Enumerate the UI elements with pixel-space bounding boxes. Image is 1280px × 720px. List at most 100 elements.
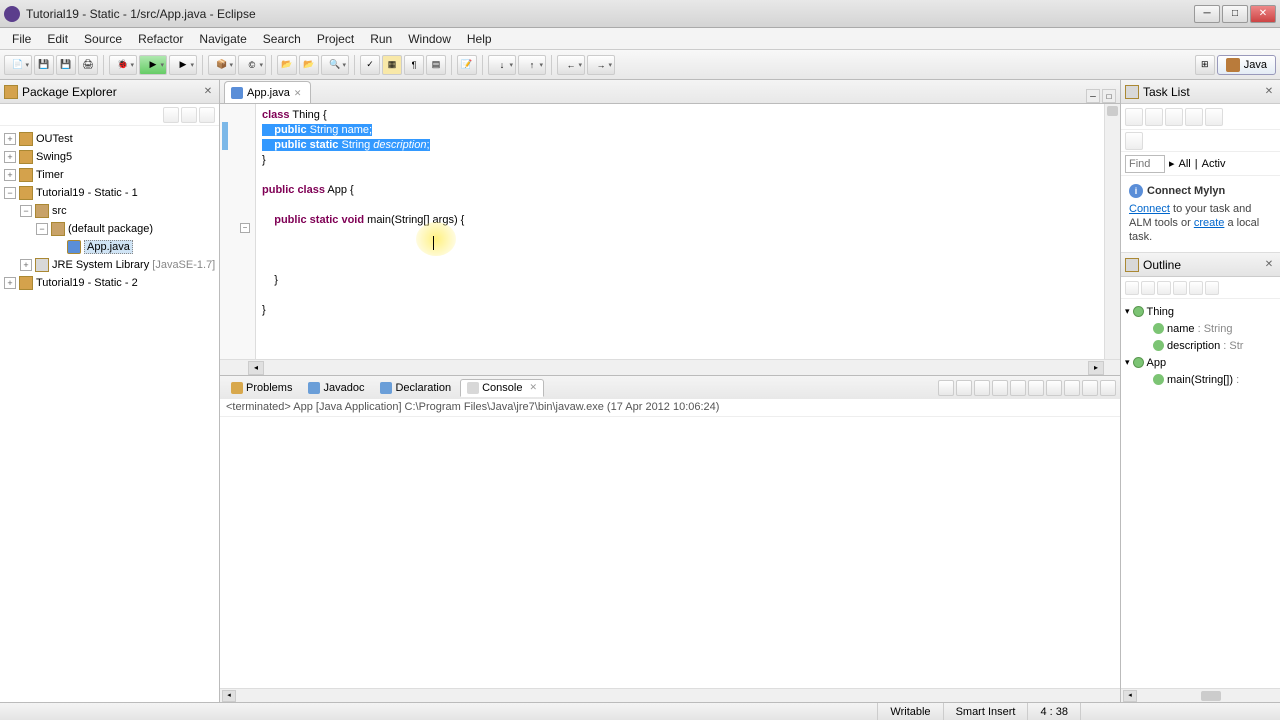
- back-button[interactable]: ←: [557, 55, 585, 75]
- task-cat-button[interactable]: [1145, 108, 1163, 126]
- display-console-button[interactable]: [1046, 380, 1062, 396]
- tab-problems[interactable]: Problems: [224, 379, 299, 397]
- remove-launch-button[interactable]: [956, 380, 972, 396]
- open-console-button[interactable]: [1064, 380, 1080, 396]
- new-button[interactable]: 📄: [4, 55, 32, 75]
- console-output[interactable]: [220, 417, 1120, 688]
- debug-button[interactable]: 🐞: [109, 55, 137, 75]
- find-play-icon[interactable]: ▸: [1169, 157, 1175, 170]
- tree-timer[interactable]: Timer: [36, 169, 64, 181]
- tab-javadoc[interactable]: Javadoc: [301, 379, 371, 397]
- project-tree[interactable]: +OUTest +Swing5 +Timer −Tutorial19 - Sta…: [0, 126, 219, 702]
- tab-close-icon[interactable]: ✕: [294, 88, 304, 98]
- sort-button[interactable]: [1125, 281, 1139, 295]
- task-sync-button[interactable]: [1185, 108, 1203, 126]
- create-link[interactable]: create: [1194, 217, 1225, 229]
- right-scrollbar[interactable]: ◂: [1121, 688, 1280, 702]
- maximize-button[interactable]: □: [1222, 5, 1248, 23]
- connect-link[interactable]: Connect: [1129, 203, 1170, 215]
- menu-navigate[interactable]: Navigate: [191, 30, 254, 48]
- scroll-right-icon[interactable]: ▸: [1088, 361, 1104, 375]
- menu-edit[interactable]: Edit: [39, 30, 76, 48]
- search-button[interactable]: 🔍: [321, 55, 349, 75]
- menu-run[interactable]: Run: [362, 30, 400, 48]
- open-type-button[interactable]: 📂: [277, 55, 297, 75]
- collapse-all-button[interactable]: [163, 107, 179, 123]
- outline-app[interactable]: App: [1147, 357, 1167, 369]
- focus-button[interactable]: [1205, 281, 1219, 295]
- editor-tab-app[interactable]: App.java ✕: [224, 81, 311, 103]
- next-annotation-button[interactable]: ↓: [488, 55, 516, 75]
- menu-project[interactable]: Project: [309, 30, 362, 48]
- tree-src[interactable]: src: [52, 205, 67, 217]
- task-collapse-button[interactable]: [1125, 132, 1143, 150]
- pin-console-button[interactable]: [1028, 380, 1044, 396]
- clear-console-button[interactable]: [992, 380, 1008, 396]
- forward-button[interactable]: →: [587, 55, 615, 75]
- console-scrollbar[interactable]: ◂: [220, 688, 1120, 702]
- prev-annotation-button[interactable]: ↑: [518, 55, 546, 75]
- outline-thing[interactable]: Thing: [1147, 306, 1175, 318]
- view-menu-button[interactable]: [199, 107, 215, 123]
- collapse-icon[interactable]: −: [20, 205, 32, 217]
- editor-gutter[interactable]: −: [220, 104, 256, 359]
- remove-all-button[interactable]: [974, 380, 990, 396]
- terminate-button[interactable]: [938, 380, 954, 396]
- open-perspective-button[interactable]: ⊞: [1195, 55, 1215, 75]
- toggle-mark-button[interactable]: ✓: [360, 55, 380, 75]
- menu-source[interactable]: Source: [76, 30, 130, 48]
- scroll-left-icon[interactable]: ◂: [1123, 690, 1137, 702]
- expand-icon[interactable]: +: [4, 133, 16, 145]
- link-editor-button[interactable]: [181, 107, 197, 123]
- minimize-button[interactable]: ─: [1194, 5, 1220, 23]
- console-close-icon[interactable]: ✕: [529, 382, 537, 393]
- run-button[interactable]: ▶: [139, 55, 167, 75]
- scroll-left-icon[interactable]: ◂: [248, 361, 264, 375]
- annotation-button[interactable]: 📝: [457, 55, 477, 75]
- toggle-block-button[interactable]: ▦: [382, 55, 402, 75]
- collapse-icon[interactable]: ▾: [1125, 357, 1130, 368]
- scroll-thumb[interactable]: [1201, 691, 1221, 701]
- scroll-left-icon[interactable]: ◂: [222, 690, 236, 702]
- minimize-editor-button[interactable]: ─: [1086, 89, 1100, 103]
- outline-main[interactable]: main(String[]) :: [1167, 374, 1239, 386]
- outline-desc[interactable]: description : Str: [1167, 340, 1243, 352]
- tree-tut1[interactable]: Tutorial19 - Static - 1: [36, 187, 138, 199]
- hide-fields-button[interactable]: [1141, 281, 1155, 295]
- tree-swing5[interactable]: Swing5: [36, 151, 72, 163]
- task-focus-button[interactable]: [1205, 108, 1223, 126]
- save-button[interactable]: 💾: [34, 55, 54, 75]
- menu-window[interactable]: Window: [400, 30, 459, 48]
- tree-appjava[interactable]: App.java: [84, 240, 133, 254]
- collapse-icon[interactable]: −: [36, 223, 48, 235]
- scroll-lock-button[interactable]: [1010, 380, 1026, 396]
- maximize-editor-button[interactable]: □: [1102, 89, 1116, 103]
- menu-help[interactable]: Help: [459, 30, 500, 48]
- menu-file[interactable]: File: [4, 30, 39, 48]
- package-explorer-close[interactable]: ✕: [201, 85, 215, 99]
- new-package-button[interactable]: 📦: [208, 55, 236, 75]
- expand-icon[interactable]: +: [20, 259, 32, 271]
- task-new-button[interactable]: [1125, 108, 1143, 126]
- show-whitespace-button[interactable]: ¶: [404, 55, 424, 75]
- outline-tree[interactable]: ▾ Thing name : String description : Str ▾…: [1121, 299, 1280, 392]
- code-lines[interactable]: class Thing { public String name; public…: [262, 108, 1104, 318]
- task-sched-button[interactable]: [1165, 108, 1183, 126]
- collapse-icon[interactable]: ▾: [1125, 306, 1130, 317]
- expand-icon[interactable]: +: [4, 151, 16, 163]
- menu-refactor[interactable]: Refactor: [130, 30, 191, 48]
- tree-jre[interactable]: JRE System Library [JavaSE-1.7]: [52, 259, 215, 271]
- open-task-button[interactable]: 📂: [299, 55, 319, 75]
- tree-tut2[interactable]: Tutorial19 - Static - 2: [36, 277, 138, 289]
- menu-search[interactable]: Search: [255, 30, 309, 48]
- outline-name[interactable]: name : String: [1167, 323, 1232, 335]
- tree-defpkg[interactable]: (default package): [68, 223, 153, 235]
- vertical-scrollbar[interactable]: [1104, 104, 1120, 359]
- java-perspective[interactable]: Java: [1217, 55, 1276, 75]
- tab-console[interactable]: Console✕: [460, 379, 544, 397]
- close-button[interactable]: ✕: [1250, 5, 1276, 23]
- tree-outest[interactable]: OUTest: [36, 133, 73, 145]
- new-class-button[interactable]: ©: [238, 55, 266, 75]
- code-editor[interactable]: − class Thing { public String name; publ…: [220, 104, 1120, 375]
- tasklist-close[interactable]: ✕: [1262, 85, 1276, 99]
